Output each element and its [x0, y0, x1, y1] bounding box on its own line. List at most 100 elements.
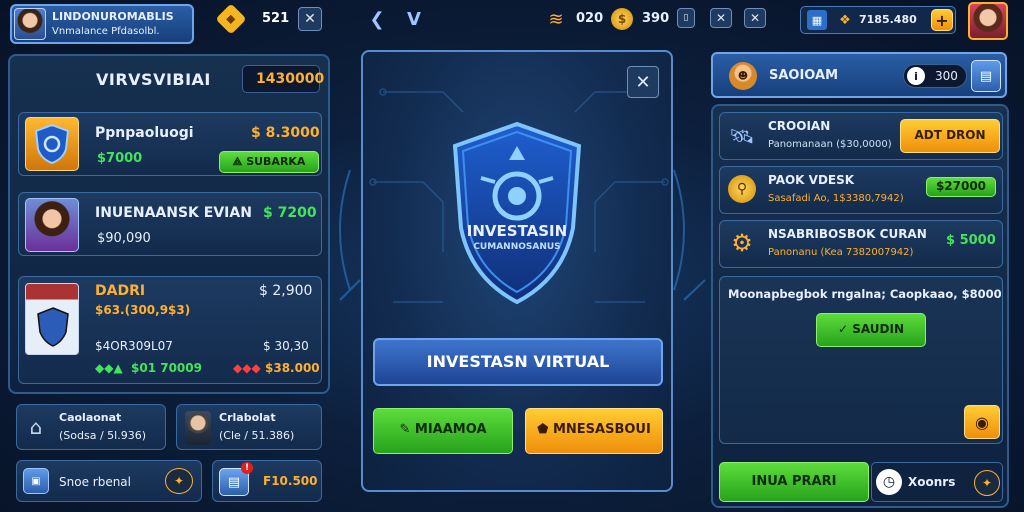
- coin-icon: $: [611, 8, 633, 30]
- opportunity-3[interactable]: ⚙ NSABRIBOSBOK CURAN Panonanu (Kea 73820…: [719, 220, 1003, 268]
- right-action-button[interactable]: ⬟ MNESASBOUI: [525, 408, 663, 454]
- coin-stack-icon: ❖: [839, 12, 851, 28]
- asset-1-action-button[interactable]: ⟁ SUBARKA: [219, 151, 319, 173]
- calendar-icon: ▦: [807, 10, 827, 30]
- box-icon: ▣: [23, 468, 49, 494]
- stat2-value: 390: [642, 11, 670, 26]
- chart-up-icon: ⟁: [232, 155, 247, 168]
- modal-close-button[interactable]: ✕: [627, 66, 659, 98]
- currency-value: 7185.480: [859, 13, 917, 26]
- emblem-title: INVESTASIN: [466, 222, 568, 240]
- shield-emblem-icon: INVESTASIN CUMANNOSANUS: [447, 118, 587, 308]
- invest-virtual-button[interactable]: INVESTASN VIRTUAL: [373, 338, 663, 386]
- right-header-name: SAOIOAM: [769, 68, 839, 83]
- advisor-name: Crlabolat: [219, 411, 276, 424]
- property-name: Caolaonat: [59, 411, 122, 424]
- emblem-subtitle: CUMANNOSANUS: [473, 242, 561, 252]
- diamond-icon: ◆: [215, 3, 247, 35]
- opportunity-3-sub: Panonanu (Kea 7382007942): [768, 247, 914, 258]
- signal-icon: ≋: [548, 8, 564, 30]
- opportunity-1-name: CROOIAN: [768, 119, 831, 133]
- search-icon: ⚲: [728, 175, 756, 203]
- player-profile[interactable]: LINDONUROMABLIS Vnmalance Pfdasolbl.: [10, 4, 194, 44]
- stock-up-icon: ◆◆▲: [95, 361, 123, 375]
- summary-text: Moonapbegbok rngalna; Caopkaao, $8000: [728, 287, 1002, 301]
- pencil-icon: ✎: [399, 422, 415, 437]
- storage-tile[interactable]: ▣ Snoe rbenal ✦: [16, 460, 202, 502]
- close-button-2[interactable]: ✕: [710, 8, 732, 28]
- opponent-avatar[interactable]: [968, 2, 1008, 40]
- clock-dial-icon: ◷: [876, 469, 902, 495]
- asset-3-row-left: $4OR309L07: [95, 339, 173, 353]
- asset-3-stock-right: $38.000: [265, 361, 320, 375]
- profile-subtitle: Vnmalance Pfdasolbl.: [52, 26, 160, 37]
- portfolio-title: VIRVSVIBIAI: [96, 70, 211, 89]
- asset-1-name: Ppnpaoluogi: [95, 125, 194, 141]
- asset-3-sub: $63.(300,9$3): [95, 303, 191, 317]
- close-button-3[interactable]: ✕: [744, 8, 766, 28]
- card-value: F10.500: [263, 474, 318, 488]
- advisor-tile[interactable]: Crlabolat (Cle / 51.386): [176, 404, 322, 450]
- right-header: ☻ SAOIOAM i 300 ▤: [711, 52, 1007, 98]
- tablet-icon[interactable]: ▯: [677, 8, 695, 28]
- asset-card-1[interactable]: Ppnpaoluogi $ 8.3000 $7000 ⟁ SUBARKA: [18, 112, 322, 176]
- asset-card-3[interactable]: DADRI $ 2,900 $63.(300,9$3) $4OR309L07 $…: [18, 276, 322, 384]
- stat1-value: 020: [576, 11, 604, 26]
- asset-3-stock-left: $01 70009: [131, 361, 202, 375]
- card-tile[interactable]: ▤ ! F10.500: [212, 460, 322, 502]
- opportunity-2-sub: Sasafadi Ao, 1$3380,7942): [768, 193, 904, 204]
- asset-2-sub: $90,090: [97, 231, 151, 246]
- opportunities-panel: 🛰 CROOIAN Panomanaan ($30,0000) ADT DRON…: [711, 104, 1009, 508]
- asset-3-value: $ 2,900: [259, 283, 313, 299]
- gear-icon: ⚙: [731, 229, 753, 257]
- investor-avatar: [25, 198, 79, 252]
- left-action-button[interactable]: ✎ MIAAMOA: [373, 408, 513, 454]
- asset-3-name: DADRI: [95, 283, 146, 299]
- stock-down-icon: ◆◆◆: [233, 361, 261, 375]
- summary-box: Moonapbegbok rngalna; Caopkaao, $8000 ✓ …: [719, 276, 1003, 444]
- player-avatar: [14, 8, 46, 40]
- down-chevron-icon[interactable]: V: [403, 8, 425, 30]
- opportunity-1[interactable]: 🛰 CROOIAN Panomanaan ($30,0000) ADT DRON: [719, 112, 1003, 160]
- opportunity-3-value: $ 5000: [946, 233, 996, 248]
- coin-icon[interactable]: ✦: [165, 468, 193, 494]
- footer-info[interactable]: ◷ Xoonrs ✦: [871, 462, 1003, 502]
- close-button[interactable]: ✕: [298, 7, 322, 31]
- investment-modal: ✕ INVESTASIN CUMANNOSANUS INVESTASN VIRT…: [361, 50, 673, 492]
- portfolio-panel: VIRVSVIBIAI 1430000 Ppnpaoluogi $ 8.3000…: [8, 54, 330, 394]
- building-icon: [25, 283, 79, 355]
- portfolio-total: 1430000: [256, 71, 325, 87]
- footer-label: Xoonrs: [908, 475, 956, 489]
- wallet-icon: ⬟: [537, 422, 553, 437]
- asset-1-value: $ 8.3000: [251, 125, 320, 141]
- opportunity-1-sub: Panomanaan ($30,0000): [768, 139, 892, 150]
- asset-3-row-right: $ 30,30: [263, 339, 309, 353]
- opportunity-1-button[interactable]: ADT DRON: [900, 119, 1000, 153]
- back-chevron-icon[interactable]: ❮: [366, 8, 388, 30]
- check-icon: ✓: [837, 322, 853, 336]
- add-currency-button[interactable]: +: [931, 9, 953, 31]
- house-icon: ⌂: [29, 415, 43, 439]
- satellite-icon: 🛰: [729, 124, 755, 148]
- clock-icon[interactable]: ◉: [964, 405, 1000, 439]
- right-header-count: 300: [935, 69, 958, 83]
- storage-name: Snoe rbenal: [59, 475, 131, 489]
- avatar-icon: ☻: [729, 62, 757, 90]
- coin-icon[interactable]: ✦: [974, 470, 1000, 496]
- alert-badge: !: [241, 462, 253, 474]
- asset-2-value: $ 7200: [263, 205, 317, 221]
- summary-button[interactable]: ✓ SAUDIN: [816, 313, 926, 347]
- book-icon[interactable]: ▤: [971, 60, 1001, 92]
- opportunity-2-name: PAOK VDESK: [768, 173, 855, 187]
- advisor-sub: (Cle / 51.386): [219, 429, 295, 442]
- info-icon: i: [907, 67, 925, 85]
- footer-green-button[interactable]: INUA PRARI: [719, 462, 869, 502]
- property-tile[interactable]: ⌂ Caolaonat (Sodsa / 5l.936): [16, 404, 166, 450]
- asset-card-2[interactable]: INUENAANSK EVIAN $ 7200 $90,090: [18, 192, 322, 256]
- opportunity-3-name: NSABRIBOSBOK CURAN: [768, 227, 927, 241]
- property-sub: (Sodsa / 5l.936): [59, 429, 146, 442]
- currency-bar: ▦ ❖ 7185.480 +: [800, 6, 956, 34]
- gold-value: 521: [262, 11, 290, 26]
- opportunity-2[interactable]: ⚲ PAOK VDESK Sasafadi Ao, 1$3380,7942) $…: [719, 166, 1003, 214]
- asset-1-sub: $7000: [97, 151, 143, 166]
